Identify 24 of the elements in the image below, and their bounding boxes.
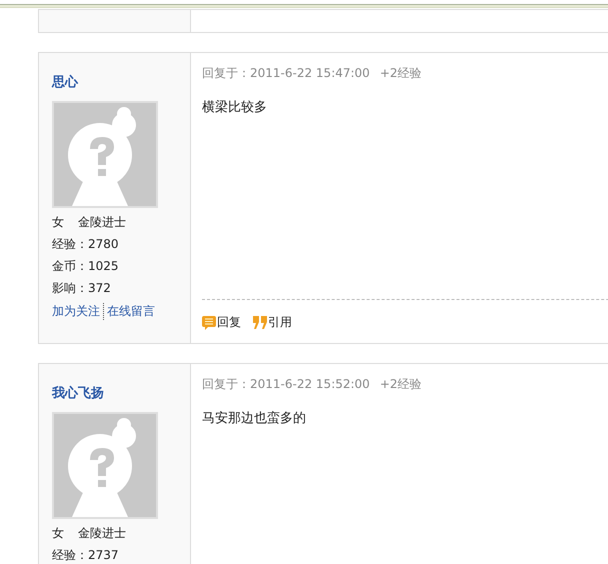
user-stat: 金币：1025 [52,259,119,274]
user-stat: 影响：372 [52,281,111,296]
rank-label: 金陵进士 [78,215,126,230]
gender-label: 女 [52,215,64,230]
reply-link[interactable]: 回复 [202,314,241,331]
user-stat: 经验：2737 [52,548,119,563]
user-stat: 经验：2780 [52,237,119,252]
username-link[interactable]: 我心飞扬 [52,384,190,402]
post-text: 马安那边也蛮多的 [202,410,307,427]
gender-label: 女 [52,526,64,541]
default-avatar-icon [52,412,158,519]
post-text: 横梁比较多 [202,99,268,116]
reply-time: 回复于：2011-6-22 15:52:00 [202,376,370,393]
quote-link[interactable]: 引用 [253,314,292,331]
rank-label: 金陵进士 [78,526,126,541]
experience-bonus: +2经验 [380,376,422,393]
reply-time: 回复于：2011-6-22 15:47:00 [202,65,370,82]
quote-icon [253,315,267,330]
username-link[interactable]: 思心 [52,73,190,91]
message-link[interactable]: 在线留言 [103,303,155,320]
experience-bonus: +2经验 [380,65,422,82]
default-avatar-icon [52,101,158,208]
speech-bubble-icon [202,315,216,330]
follow-link[interactable]: 加为关注 [52,303,100,320]
